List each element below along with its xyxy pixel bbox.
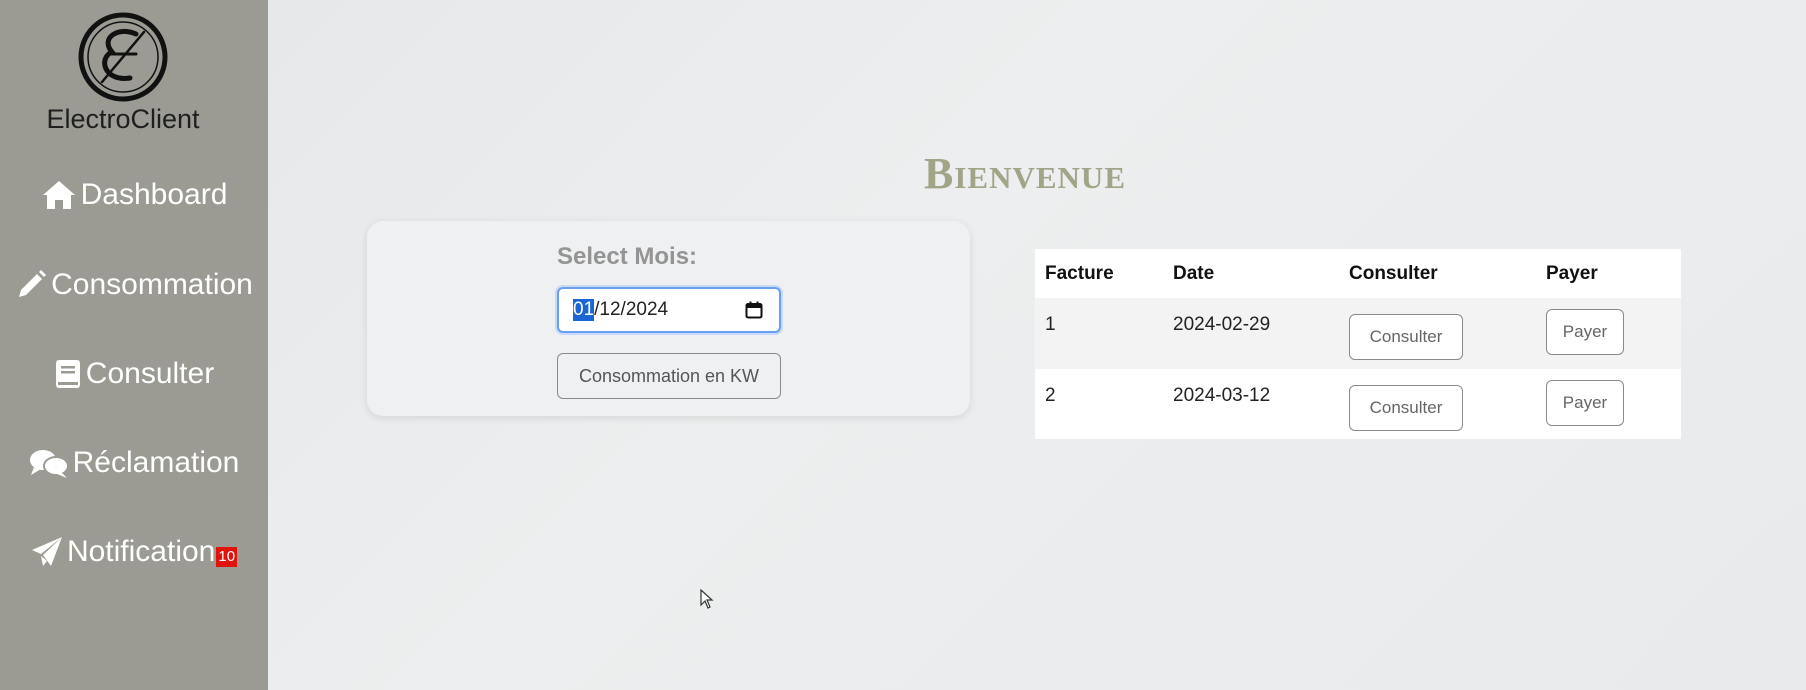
sidebar-item-dashboard[interactable]: Dashboard [0, 167, 268, 223]
factures-table: Facture Date Consulter Payer 1 2024-02-2… [1035, 249, 1681, 439]
notification-count-badge: 10 [216, 547, 238, 567]
sidebar-item-label: Consommation [51, 268, 253, 301]
facture-cell: 1 [1045, 314, 1056, 335]
consulter-button[interactable]: Consulter [1349, 385, 1463, 431]
column-header-payer: Payer [1536, 249, 1681, 298]
sidebar-item-notification[interactable]: Notification 10 [0, 524, 268, 580]
payer-button[interactable]: Payer [1546, 380, 1624, 426]
electroclient-logo [78, 12, 168, 102]
home-icon [42, 181, 75, 209]
date-day-segment: 01 [573, 299, 595, 321]
sidebar-item-label: Réclamation [72, 446, 240, 479]
facture-cell: 2 [1045, 385, 1056, 406]
page-title: Bienvenue [924, 149, 1126, 198]
consommation-kw-button[interactable]: Consommation en KW [557, 353, 781, 399]
chat-bubbles-icon [29, 450, 69, 478]
column-header-date: Date [1163, 249, 1339, 298]
book-icon [55, 360, 80, 388]
brand-name: ElectroClient [46, 104, 200, 134]
sidebar-item-reclamation[interactable]: Réclamation [0, 435, 268, 491]
pencil-icon [19, 270, 47, 297]
sidebar-item-label: Notification [66, 535, 216, 568]
mouse-cursor-icon [700, 588, 714, 614]
month-date-input[interactable]: 01/12/2024 [557, 287, 781, 333]
consulter-button[interactable]: Consulter [1349, 314, 1463, 360]
date-month-year-segment: /12/2024 [594, 299, 669, 320]
calendar-icon[interactable] [745, 301, 763, 325]
column-header-consulter: Consulter [1339, 249, 1536, 298]
column-header-facture: Facture [1035, 249, 1163, 298]
sidebar-item-label: Dashboard [80, 178, 228, 211]
table-row: 2 2024-03-12 Consulter Payer [1035, 369, 1681, 439]
select-month-label: Select Mois: [557, 243, 698, 270]
paper-plane-icon [31, 537, 62, 566]
date-cell: 2024-03-12 [1173, 385, 1271, 406]
sidebar-item-consommation[interactable]: Consommation [0, 257, 268, 313]
sidebar: ElectroClient Dashboard Consommation Con… [0, 0, 268, 690]
sidebar-item-consulter[interactable]: Consulter [0, 346, 268, 402]
table-row: 1 2024-02-29 Consulter Payer [1035, 298, 1681, 369]
date-cell: 2024-02-29 [1173, 314, 1271, 335]
sidebar-item-label: Consulter [85, 357, 215, 390]
payer-button[interactable]: Payer [1546, 309, 1624, 355]
